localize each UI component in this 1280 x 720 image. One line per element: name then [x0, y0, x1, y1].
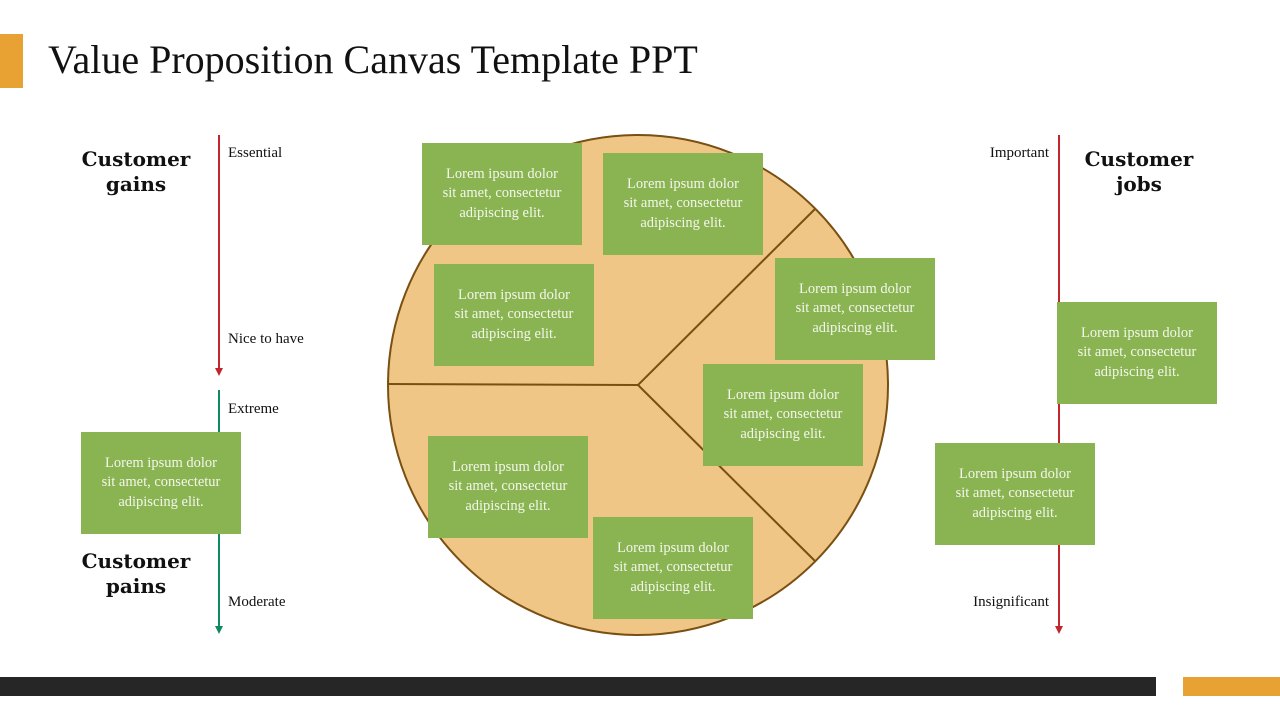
- pains-bottom-label: Moderate: [228, 594, 286, 610]
- card-text: sit amet, consectetur: [454, 306, 574, 323]
- circle-card: Lorem ipsum dolor sit amet, consectetur …: [603, 153, 763, 255]
- heading-line: Customer: [1084, 147, 1194, 171]
- jobs-bottom-label: Insignificant: [973, 594, 1049, 610]
- gains-top-label: Essential: [228, 145, 283, 161]
- circle-card: Lorem ipsum dolor sit amet, consectetur …: [434, 264, 594, 366]
- card-text: Lorem ipsum dolor: [452, 458, 564, 475]
- card-text: adipiscing elit.: [465, 497, 551, 514]
- customer-pains-heading: Customer pains: [70, 549, 202, 599]
- circle-card: Lorem ipsum dolor sit amet, consectetur …: [422, 143, 582, 245]
- circle-card: Lorem ipsum dolor sit amet, consectetur …: [703, 364, 863, 466]
- card-text: Lorem ipsum dolor: [627, 175, 739, 192]
- card-text: adipiscing elit.: [1094, 363, 1180, 380]
- card-text: adipiscing elit.: [740, 425, 826, 442]
- card-text: Lorem ipsum dolor: [458, 286, 570, 303]
- footer-accent-bar: [1183, 677, 1280, 696]
- card-text: sit amet, consectetur: [623, 195, 743, 212]
- gains-arrow-line: [218, 135, 220, 369]
- pains-card: Lorem ipsum dolor sit amet, consectetur …: [81, 432, 241, 534]
- card-text: sit amet, consectetur: [448, 478, 568, 495]
- heading-line: jobs: [1116, 172, 1162, 196]
- circle-card: Lorem ipsum dolor sit amet, consectetur …: [775, 258, 935, 360]
- card-text: adipiscing elit.: [459, 204, 545, 221]
- card-text: adipiscing elit.: [630, 578, 716, 595]
- circle-card: Lorem ipsum dolor sit amet, consectetur …: [593, 517, 753, 619]
- card-text: Lorem ipsum dolor: [446, 165, 558, 182]
- jobs-card: Lorem ipsum dolor sit amet, consectetur …: [935, 443, 1095, 545]
- card-text: Lorem ipsum dolor: [799, 280, 911, 297]
- card-text: Lorem ipsum dolor: [1081, 324, 1193, 341]
- heading-line: gains: [105, 172, 167, 196]
- arrow-down-icon: [1055, 626, 1063, 634]
- jobs-top-label: Important: [989, 145, 1049, 161]
- card-text: sit amet, consectetur: [1077, 344, 1197, 361]
- arrow-down-icon: [215, 368, 223, 376]
- card-text: sit amet, consectetur: [442, 185, 562, 202]
- card-text: sit amet, consectetur: [955, 485, 1075, 502]
- card-text: adipiscing elit.: [812, 319, 898, 336]
- card-text: adipiscing elit.: [640, 214, 726, 231]
- card-text: Lorem ipsum dolor: [959, 465, 1071, 482]
- card-text: adipiscing elit.: [972, 504, 1058, 521]
- heading-line: Customer: [81, 549, 191, 573]
- customer-gains-heading: Customer gains: [70, 147, 202, 197]
- arrow-down-icon: [215, 626, 223, 634]
- card-text: sit amet, consectetur: [723, 406, 843, 423]
- heading-line: Customer: [81, 147, 191, 171]
- card-text: sit amet, consectetur: [101, 474, 221, 491]
- card-text: Lorem ipsum dolor: [617, 539, 729, 556]
- footer-bar: [0, 677, 1156, 696]
- customer-jobs-heading: Customer jobs: [1073, 147, 1205, 197]
- card-text: Lorem ipsum dolor: [727, 386, 839, 403]
- pains-top-label: Extreme: [228, 401, 279, 417]
- card-text: sit amet, consectetur: [795, 300, 915, 317]
- card-text: sit amet, consectetur: [613, 559, 733, 576]
- card-text: adipiscing elit.: [471, 325, 557, 342]
- card-text: Lorem ipsum dolor: [105, 454, 217, 471]
- card-text: adipiscing elit.: [118, 493, 204, 510]
- circle-card: Lorem ipsum dolor sit amet, consectetur …: [428, 436, 588, 538]
- jobs-card: Lorem ipsum dolor sit amet, consectetur …: [1057, 302, 1217, 404]
- heading-line: pains: [105, 574, 167, 598]
- divider-left: [387, 383, 639, 386]
- gains-bottom-label: Nice to have: [228, 331, 304, 347]
